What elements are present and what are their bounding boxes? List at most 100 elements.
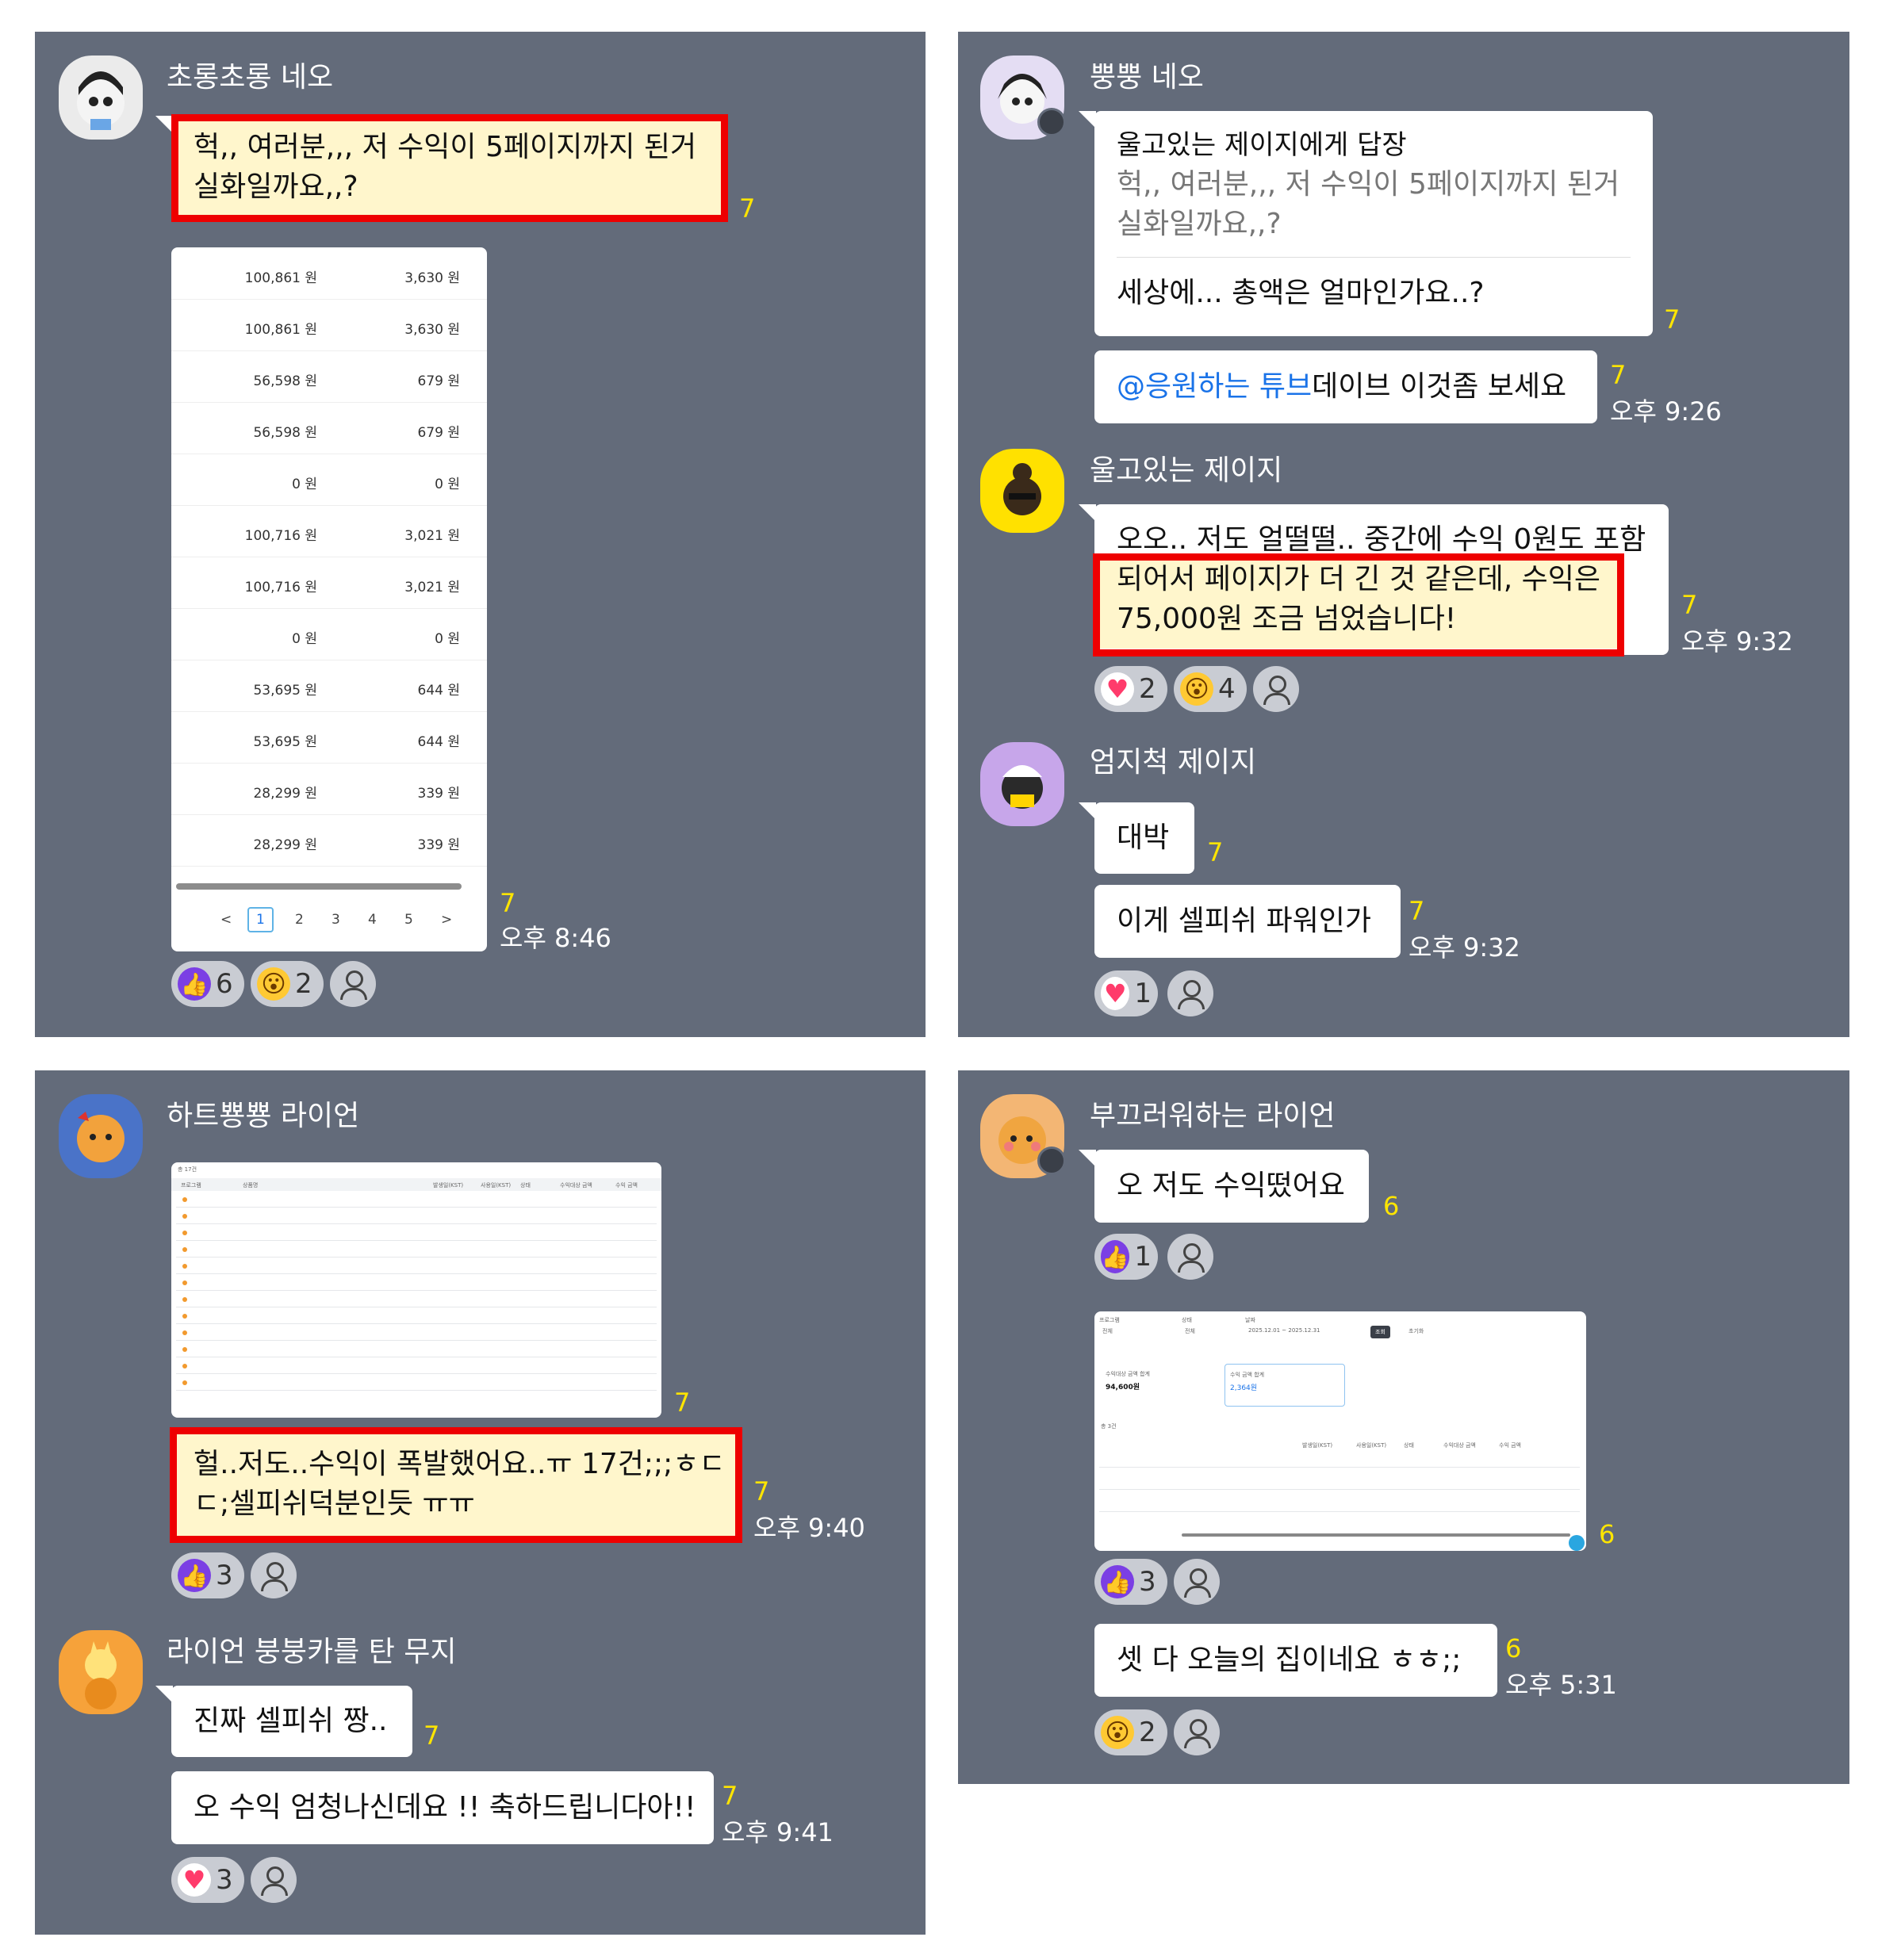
reaction-wow[interactable]: 😮 2 bbox=[251, 961, 324, 1007]
add-reaction-person-icon[interactable] bbox=[330, 961, 376, 1007]
column-header: 발생일(KST) bbox=[433, 1182, 464, 1189]
image-earnings-table[interactable]: 100,861 원 3,630 원 100,861 원 3,630 원 56,598 원… bbox=[171, 247, 487, 951]
filter-value[interactable]: 2025.12.01 ~ 2025.12.31 bbox=[1248, 1327, 1320, 1334]
message-text: 오 저도 수익떴어요 bbox=[1117, 1169, 1345, 1202]
filter-value[interactable]: 전체 bbox=[1102, 1327, 1113, 1335]
timestamp: 오후 9:32 bbox=[1408, 932, 1520, 963]
page-button[interactable]: 1 bbox=[247, 907, 274, 932]
sender-name: 라이언 붕붕카를 탄 무지 bbox=[167, 1636, 457, 1668]
message-bubble[interactable]: @응원하는 튜브 데이브 이것좀 보세요 bbox=[1094, 350, 1597, 423]
reaction-wow[interactable]: 😮 4 bbox=[1174, 666, 1247, 712]
scrollbar[interactable] bbox=[176, 883, 462, 890]
program-icon bbox=[182, 1330, 187, 1335]
table-cell: 0 원 bbox=[292, 631, 317, 647]
page-button[interactable]: 5 bbox=[404, 912, 413, 928]
table-row bbox=[176, 1340, 657, 1341]
reaction-wow[interactable]: 😮 2 bbox=[1094, 1709, 1167, 1755]
reply-bubble[interactable]: 울고있는 제이지에게 답장 헉,, 여러분,,, 저 수익이 5페이지까지 된거… bbox=[1079, 111, 1653, 336]
avatar-ryan-heart[interactable] bbox=[59, 1094, 143, 1178]
image-earnings-summary[interactable]: 프로그램 전체 상태 전체 날짜 2025.12.01 ~ 2025.12.31 조회 초기화… bbox=[1094, 1311, 1586, 1551]
unread-count: 6 bbox=[1383, 1191, 1400, 1221]
reaction-heart[interactable]: ♥ 3 bbox=[171, 1857, 244, 1903]
column-header: 사용일(KST) bbox=[1356, 1442, 1387, 1449]
table-row bbox=[176, 1373, 657, 1374]
filter-value[interactable]: 전체 bbox=[1185, 1327, 1195, 1335]
reaction-heart[interactable]: ♥ 2 bbox=[1094, 666, 1167, 712]
surprised-face-icon: 😮 bbox=[1101, 1716, 1134, 1749]
message-text: 진짜 셀피쉬 짱.. bbox=[194, 1705, 388, 1737]
page-button[interactable]: 4 bbox=[368, 912, 377, 928]
table-header: 프로그램 상품명 발생일(KST) 사용일(KST) 상태 수익대상 금액 수익 금액 bbox=[171, 1178, 661, 1191]
image-earnings-list-17[interactable]: 총 17건 프로그램 상품명 발생일(KST) 사용일(KST) 상태 수익대상 금액 수익… bbox=[171, 1162, 661, 1418]
reaction-count: 6 bbox=[216, 968, 233, 1000]
unread-count: 7 bbox=[1664, 304, 1681, 335]
scrollbar[interactable] bbox=[1182, 1533, 1570, 1537]
chat-panel-1: 초롱초롱 네오 헉,, 여러분,,, 저 수익이 5페이지까지 된거 실화일까요… bbox=[35, 32, 926, 1037]
program-icon bbox=[182, 1214, 187, 1219]
table-row: 53,695 원 644 원 bbox=[171, 660, 487, 712]
column-header: 사용일(KST) bbox=[481, 1182, 512, 1189]
table-cell: 679 원 bbox=[417, 373, 461, 389]
page-button[interactable]: 2 bbox=[295, 912, 304, 928]
message-bubble[interactable]: 오 저도 수익떴어요 bbox=[1079, 1150, 1369, 1223]
add-reaction-person-icon[interactable] bbox=[251, 1552, 297, 1598]
sender-name: 하트뿅뿅 라이언 bbox=[167, 1100, 360, 1132]
message-bubble[interactable]: 대박 bbox=[1079, 802, 1194, 874]
reaction-heart[interactable]: ♥ 1 bbox=[1094, 970, 1158, 1016]
next-page-button[interactable]: > bbox=[441, 912, 452, 928]
add-reaction-person-icon[interactable] bbox=[1167, 1234, 1213, 1280]
pause-badge-icon bbox=[1037, 1147, 1066, 1175]
add-reaction-person-icon[interactable] bbox=[1174, 1709, 1220, 1755]
reaction-count: 2 bbox=[295, 968, 312, 1000]
table-row: 0 원 0 원 bbox=[171, 454, 487, 506]
unread-count: 7 bbox=[753, 1476, 770, 1506]
message-bubble[interactable]: 오 수익 엄청나신데요 !! 축하드립니다아!! bbox=[171, 1771, 714, 1844]
table-cell: 0 원 bbox=[292, 477, 317, 492]
table-row: 53,695 원 644 원 bbox=[171, 711, 487, 764]
column-header: 수익대상 금액 bbox=[1443, 1442, 1476, 1449]
table-header: 발생일(KST) 사용일(KST) 상태 수익대상 금액 수익 금액 bbox=[1094, 1440, 1586, 1451]
avatar-muzi-ryan-car[interactable] bbox=[59, 1630, 143, 1714]
table-row: 28,299 원 339 원 bbox=[171, 814, 487, 867]
mention-link[interactable]: @응원하는 튜브 bbox=[1117, 367, 1312, 407]
search-button[interactable]: 조회 bbox=[1370, 1326, 1390, 1338]
table-row: 100,861 원 3,630 원 bbox=[171, 247, 487, 300]
avatar-neo[interactable] bbox=[59, 56, 143, 140]
prev-page-button[interactable]: < bbox=[220, 912, 232, 928]
column-header: 수익 금액 bbox=[615, 1182, 638, 1189]
unread-count: 7 bbox=[739, 193, 756, 224]
program-icon bbox=[182, 1364, 187, 1369]
reaction-count: 3 bbox=[216, 1560, 233, 1591]
avatar-thumbs-jay-g[interactable] bbox=[980, 742, 1064, 826]
table-row bbox=[176, 1207, 657, 1208]
thumbs-up-icon: 👍 bbox=[178, 967, 211, 1001]
table-cell: 100,716 원 bbox=[244, 580, 317, 595]
add-reaction-person-icon[interactable] bbox=[1253, 666, 1299, 712]
message-bubble[interactable]: 이게 셀피쉬 파워인가 bbox=[1094, 885, 1401, 958]
page-button[interactable]: 3 bbox=[332, 912, 340, 928]
stat-label: 수익대상 금액 합계 bbox=[1106, 1371, 1150, 1377]
message-text: 대박 bbox=[1117, 821, 1170, 854]
table-row bbox=[176, 1323, 657, 1324]
reaction-like[interactable]: 👍 3 bbox=[1094, 1559, 1167, 1605]
chat-bubble-icon[interactable] bbox=[1569, 1535, 1585, 1551]
table-row: 100,716 원 3,021 원 bbox=[171, 557, 487, 609]
sender-name: 부끄러워하는 라이언 bbox=[1090, 1100, 1336, 1132]
reaction-like[interactable]: 👍 1 bbox=[1094, 1234, 1158, 1280]
add-reaction-person-icon[interactable] bbox=[1174, 1559, 1220, 1605]
reaction-like[interactable]: 👍 3 bbox=[171, 1552, 244, 1598]
reset-button[interactable]: 초기화 bbox=[1408, 1327, 1424, 1335]
table-cell: 3,021 원 bbox=[404, 528, 460, 544]
table-row: 100,716 원 3,021 원 bbox=[171, 505, 487, 557]
table-row bbox=[1099, 1511, 1580, 1512]
column-header: 상품명 bbox=[243, 1182, 259, 1189]
table-cell: 100,716 원 bbox=[244, 528, 317, 544]
message-bubble[interactable]: 셋 다 오늘의 집이네요 ㅎㅎ;; bbox=[1094, 1624, 1497, 1697]
add-reaction-person-icon[interactable] bbox=[251, 1857, 297, 1903]
filter-label: 상태 bbox=[1182, 1317, 1192, 1323]
message-bubble[interactable]: 진짜 셀피쉬 짱.. bbox=[155, 1686, 412, 1757]
avatar-jay-g[interactable] bbox=[980, 449, 1064, 533]
add-reaction-person-icon[interactable] bbox=[1167, 970, 1213, 1016]
reaction-like[interactable]: 👍 6 bbox=[171, 961, 244, 1007]
highlight-box bbox=[171, 114, 728, 222]
